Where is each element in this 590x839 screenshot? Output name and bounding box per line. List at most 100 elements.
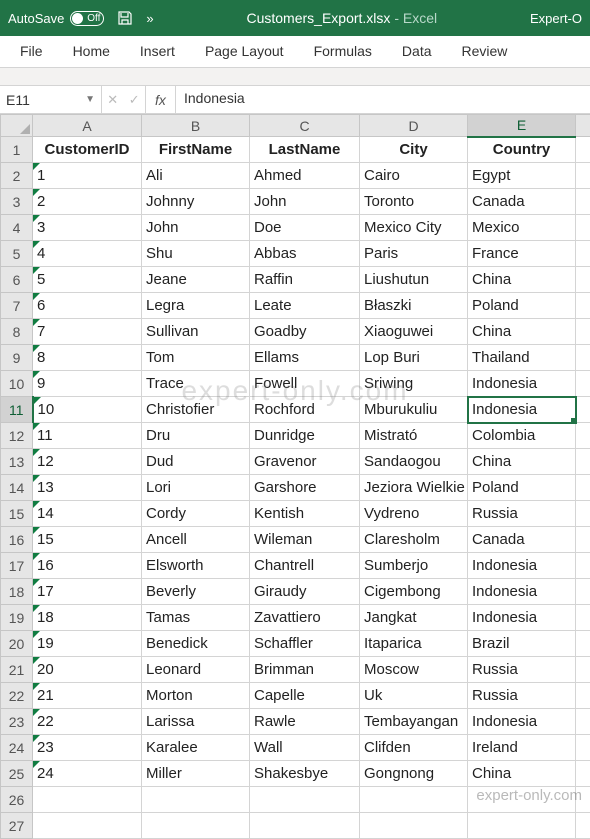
cell[interactable]: Mexico <box>468 215 576 241</box>
cell[interactable]: Leate <box>250 293 360 319</box>
row-header[interactable]: 21 <box>1 657 33 683</box>
cell[interactable]: 24 <box>33 761 142 787</box>
cell[interactable]: Goadby <box>250 319 360 345</box>
grid[interactable]: ABCDE 1CustomerIDFirstNameLastNameCityCo… <box>0 114 590 839</box>
cell[interactable]: Lop Buri <box>360 345 468 371</box>
cell[interactable]: Lori <box>142 475 250 501</box>
header-cell[interactable]: LastName <box>250 137 360 163</box>
cell[interactable]: Jeane <box>142 267 250 293</box>
cell[interactable]: 9 <box>33 371 142 397</box>
fx-icon[interactable]: fx <box>146 86 176 113</box>
cell[interactable]: 11 <box>33 423 142 449</box>
cell[interactable]: Canada <box>468 527 576 553</box>
cell[interactable]: Gongnong <box>360 761 468 787</box>
cell[interactable]: Uk <box>360 683 468 709</box>
cell[interactable]: Sriwing <box>360 371 468 397</box>
header-cell[interactable]: Country <box>468 137 576 163</box>
cell[interactable]: China <box>468 761 576 787</box>
row-header[interactable]: 10 <box>1 371 33 397</box>
cell[interactable]: 22 <box>33 709 142 735</box>
cell[interactable]: Benedick <box>142 631 250 657</box>
cell[interactable]: 15 <box>33 527 142 553</box>
cell[interactable]: Xiaoguwei <box>360 319 468 345</box>
cell[interactable]: 2 <box>33 189 142 215</box>
cell[interactable]: Cordy <box>142 501 250 527</box>
col-header-extra[interactable] <box>576 115 590 137</box>
row-header[interactable]: 15 <box>1 501 33 527</box>
cell[interactable]: Poland <box>468 475 576 501</box>
cell[interactable]: Tom <box>142 345 250 371</box>
cell[interactable]: Chantrell <box>250 553 360 579</box>
cell[interactable]: Claresholm <box>360 527 468 553</box>
cell[interactable]: Tamas <box>142 605 250 631</box>
header-cell[interactable]: FirstName <box>142 137 250 163</box>
cell[interactable]: Johnny <box>142 189 250 215</box>
cell[interactable]: Thailand <box>468 345 576 371</box>
tab-formulas[interactable]: Formulas <box>300 36 386 67</box>
row-header[interactable]: 13 <box>1 449 33 475</box>
col-header-C[interactable]: C <box>250 115 360 137</box>
row-header[interactable]: 9 <box>1 345 33 371</box>
account-label[interactable]: Expert-O <box>530 11 582 26</box>
formula-input[interactable]: Indonesia <box>176 86 590 113</box>
cell[interactable]: Indonesia <box>468 605 576 631</box>
row-header[interactable]: 25 <box>1 761 33 787</box>
tab-data[interactable]: Data <box>388 36 446 67</box>
cell[interactable]: Wall <box>250 735 360 761</box>
col-header-A[interactable]: A <box>33 115 142 137</box>
cell[interactable]: Cairo <box>360 163 468 189</box>
cell[interactable]: Elsworth <box>142 553 250 579</box>
row-header[interactable]: 2 <box>1 163 33 189</box>
cell[interactable]: Shakesbye <box>250 761 360 787</box>
cell[interactable]: Indonesia <box>468 579 576 605</box>
row-header[interactable]: 5 <box>1 241 33 267</box>
cell[interactable]: Colombia <box>468 423 576 449</box>
row-header[interactable]: 1 <box>1 137 33 163</box>
cell[interactable]: Schaffler <box>250 631 360 657</box>
cell[interactable]: Egypt <box>468 163 576 189</box>
cell[interactable]: Dunridge <box>250 423 360 449</box>
cell[interactable]: Toronto <box>360 189 468 215</box>
row-header[interactable]: 8 <box>1 319 33 345</box>
cell[interactable]: China <box>468 319 576 345</box>
row-header[interactable]: 7 <box>1 293 33 319</box>
cell[interactable]: Jeziora Wielkie <box>360 475 468 501</box>
select-all-button[interactable] <box>1 115 33 137</box>
cell[interactable]: 18 <box>33 605 142 631</box>
cell[interactable]: China <box>468 267 576 293</box>
tab-page-layout[interactable]: Page Layout <box>191 36 298 67</box>
cell[interactable]: Miller <box>142 761 250 787</box>
save-icon[interactable] <box>116 9 134 27</box>
cell[interactable]: Zavattiero <box>250 605 360 631</box>
cell[interactable]: 16 <box>33 553 142 579</box>
cell[interactable]: Russia <box>468 657 576 683</box>
cell[interactable]: Indonesia <box>468 553 576 579</box>
cell[interactable]: Sandaogou <box>360 449 468 475</box>
cell[interactable]: Russia <box>468 501 576 527</box>
tab-review[interactable]: Review <box>448 36 522 67</box>
row-header[interactable]: 11 <box>1 397 33 423</box>
cell[interactable]: Morton <box>142 683 250 709</box>
cell[interactable]: Christofier <box>142 397 250 423</box>
cell[interactable]: China <box>468 449 576 475</box>
cell[interactable]: 5 <box>33 267 142 293</box>
cell[interactable]: Sullivan <box>142 319 250 345</box>
cell[interactable]: Rochford <box>250 397 360 423</box>
cell[interactable]: 13 <box>33 475 142 501</box>
cell[interactable]: Vydreno <box>360 501 468 527</box>
cell[interactable]: Mexico City <box>360 215 468 241</box>
cell[interactable]: Rawle <box>250 709 360 735</box>
cell[interactable]: Liushutun <box>360 267 468 293</box>
cell[interactable]: 4 <box>33 241 142 267</box>
cell[interactable]: Giraudy <box>250 579 360 605</box>
toggle-switch[interactable]: Off <box>70 11 104 26</box>
header-cell[interactable]: CustomerID <box>33 137 142 163</box>
cell[interactable]: 1 <box>33 163 142 189</box>
cell[interactable]: Moscow <box>360 657 468 683</box>
cell[interactable]: Indonesia <box>468 397 576 423</box>
cell[interactable]: Clifden <box>360 735 468 761</box>
cell[interactable]: Indonesia <box>468 709 576 735</box>
row-header[interactable]: 4 <box>1 215 33 241</box>
row-header[interactable]: 18 <box>1 579 33 605</box>
cell[interactable]: 7 <box>33 319 142 345</box>
